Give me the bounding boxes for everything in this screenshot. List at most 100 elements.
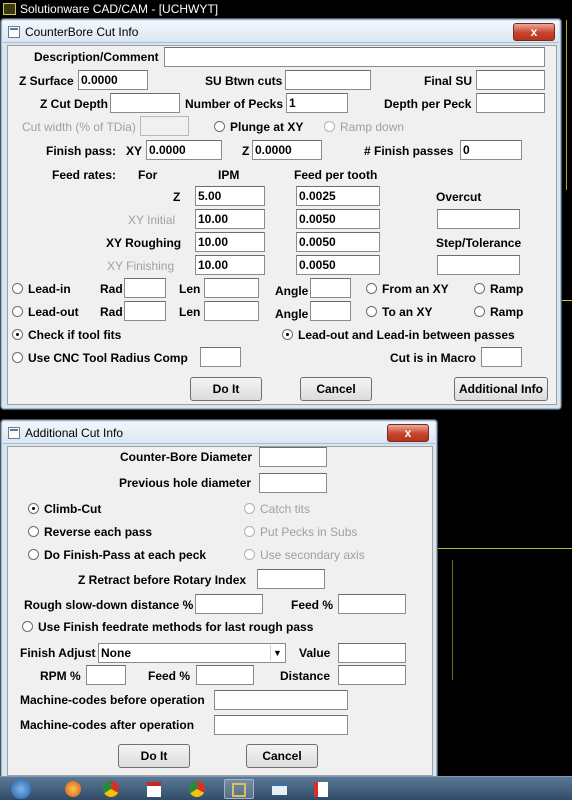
chrome-icon[interactable]: [186, 779, 208, 799]
mc-after-label: Machine-codes after operation: [20, 718, 195, 732]
climb-cut-radio[interactable]: [28, 503, 39, 514]
finish-z-input[interactable]: 0.0000: [252, 140, 322, 160]
feed-rates-label: Feed rates:: [52, 168, 117, 182]
feed-z-label: Z: [173, 190, 181, 204]
catch-tits-radio: [244, 503, 255, 514]
feed-xy-roughing-fpt-input[interactable]: 0.0050: [296, 232, 380, 252]
z-retract-input[interactable]: [257, 569, 325, 589]
additional-title: Additional Cut Info: [25, 426, 124, 440]
plunge-radio[interactable]: [214, 121, 225, 132]
step-tolerance-input[interactable]: [437, 255, 520, 275]
step-tolerance-label: Step/Tolerance: [436, 236, 522, 250]
from-xy-radio[interactable]: [366, 283, 377, 294]
check-tool-radio[interactable]: [12, 329, 23, 340]
window-icon[interactable]: [268, 779, 290, 799]
mc-after-input[interactable]: [214, 715, 348, 735]
lead-out-angle-label: Angle: [275, 307, 309, 321]
close-button[interactable]: x: [513, 23, 555, 41]
start-icon[interactable]: [6, 779, 36, 799]
feed-z-fpt-input[interactable]: 0.0025: [296, 186, 380, 206]
feed-pct-input[interactable]: [196, 665, 254, 685]
feed-xy-initial-ipm-input[interactable]: 10.00: [195, 209, 265, 229]
cut-macro-input[interactable]: [481, 347, 522, 367]
feed-xy-roughing-ipm-input[interactable]: 10.00: [195, 232, 265, 252]
rough-feed-pct-input[interactable]: [338, 594, 406, 614]
lead-out-rad-input[interactable]: [124, 301, 166, 321]
cnc-comp-radio[interactable]: [12, 352, 23, 363]
cb-diameter-input[interactable]: [259, 447, 327, 467]
su-btwn-cuts-label: SU Btwn cuts: [205, 74, 283, 88]
lead-in-angle-label: Angle: [275, 284, 309, 298]
ipm-header: IPM: [218, 168, 240, 182]
lead-between-radio[interactable]: [282, 329, 293, 340]
lead-in-rad-input[interactable]: [124, 278, 166, 298]
lead-in-len-label: Len: [179, 282, 201, 296]
lead-in-rad-label: Rad: [100, 282, 123, 296]
lead-out-radio[interactable]: [12, 306, 23, 317]
dialog-title: CounterBore Cut Info: [25, 25, 139, 39]
overcut-input[interactable]: [437, 209, 520, 229]
num-finish-input[interactable]: 0: [460, 140, 522, 160]
climb-cut-label: Climb-Cut: [44, 502, 102, 516]
app-icon[interactable]: [310, 779, 332, 799]
finish-xy-input[interactable]: 0.0000: [146, 140, 222, 160]
lead-in-len-input[interactable]: [204, 278, 259, 298]
drawing-line: [437, 548, 572, 549]
lead-out-label: Lead-out: [28, 305, 79, 319]
cancel-button[interactable]: Cancel: [300, 377, 372, 401]
chevron-down-icon[interactable]: ▼: [270, 645, 284, 661]
taskbar: [0, 776, 572, 800]
finish-adjust-label: Finish Adjust: [20, 646, 96, 660]
lead-in-ramp-radio[interactable]: [474, 283, 485, 294]
finish-adjust-select[interactable]: None ▼: [98, 643, 286, 663]
for-label: For: [138, 168, 158, 182]
su-btwn-cuts-input[interactable]: [285, 70, 371, 90]
additional-cancel-button[interactable]: Cancel: [246, 744, 318, 768]
lead-out-angle-input[interactable]: [310, 301, 351, 321]
lead-out-rad-label: Rad: [100, 305, 123, 319]
finish-xy-label: XY: [126, 144, 143, 158]
lead-out-len-label: Len: [179, 305, 201, 319]
prev-hole-input[interactable]: [259, 473, 327, 493]
firefox-icon[interactable]: [62, 779, 84, 799]
z-surface-input[interactable]: 0.0000: [78, 70, 148, 90]
feed-xy-initial-label: XY Initial: [128, 213, 176, 227]
do-it-button[interactable]: Do It: [190, 377, 262, 401]
number-of-pecks-input[interactable]: 1: [286, 93, 348, 113]
calendar-icon[interactable]: [143, 779, 165, 799]
z-cut-depth-input[interactable]: [110, 93, 180, 113]
lead-in-radio[interactable]: [12, 283, 23, 294]
rpm-label: RPM %: [40, 669, 81, 683]
to-xy-radio[interactable]: [366, 306, 377, 317]
from-xy-label: From an XY: [382, 282, 449, 296]
depth-per-peck-input[interactable]: [476, 93, 545, 113]
feed-xy-finishing-fpt-input[interactable]: 0.0050: [296, 255, 380, 275]
lead-out-len-input[interactable]: [204, 301, 259, 321]
reverse-radio[interactable]: [28, 526, 39, 537]
final-su-input[interactable]: [476, 70, 545, 90]
to-xy-label: To an XY: [382, 305, 433, 319]
rough-slow-input[interactable]: [195, 594, 263, 614]
rpm-input[interactable]: [86, 665, 126, 685]
distance-input[interactable]: [338, 665, 406, 685]
cad-icon[interactable]: [224, 779, 254, 799]
lead-in-angle-input[interactable]: [310, 278, 351, 298]
prev-hole-label: Previous hole diameter: [119, 476, 252, 490]
description-input[interactable]: [164, 47, 545, 67]
cnc-comp-input[interactable]: [200, 347, 241, 367]
additional-do-it-button[interactable]: Do It: [118, 744, 190, 768]
feed-xy-initial-fpt-input[interactable]: 0.0050: [296, 209, 380, 229]
final-su-label: Final SU: [424, 74, 473, 88]
value-input[interactable]: [338, 643, 406, 663]
window-icon: [8, 427, 20, 439]
additional-close-button[interactable]: x: [387, 424, 429, 442]
finish-each-radio[interactable]: [28, 549, 39, 560]
feed-xy-finishing-ipm-input[interactable]: 10.00: [195, 255, 265, 275]
lead-out-ramp-radio[interactable]: [474, 306, 485, 317]
feed-z-ipm-input[interactable]: 5.00: [195, 186, 265, 206]
feed-xy-finishing-label: XY Finishing: [107, 259, 175, 273]
additional-info-button[interactable]: Additional Info: [454, 377, 548, 401]
use-finish-radio[interactable]: [22, 621, 33, 632]
chrome-icon[interactable]: [100, 779, 122, 799]
mc-before-input[interactable]: [214, 690, 348, 710]
